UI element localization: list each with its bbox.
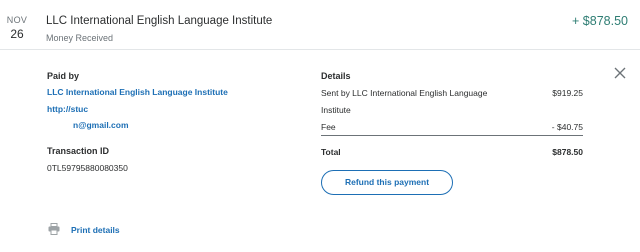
payer-website-link[interactable]: http://stuc	[47, 104, 88, 114]
transaction-details-panel: Paid by LLC International English Langua…	[0, 51, 640, 252]
total-label: Total	[321, 147, 341, 157]
refund-button[interactable]: Refund this payment	[321, 170, 453, 195]
transaction-amount: + $878.50	[572, 14, 628, 28]
printer-icon[interactable]	[48, 223, 60, 235]
payer-email-link[interactable]: n@gmail.com	[73, 120, 129, 130]
fee-label: Fee	[321, 122, 336, 132]
sent-by-label-cont: Institute	[321, 105, 351, 115]
paid-by-heading: Paid by	[47, 71, 80, 81]
sent-amount: $919.25	[552, 88, 583, 98]
transaction-month: NOV	[6, 15, 28, 25]
transaction-type: Money Received	[46, 33, 114, 43]
close-icon[interactable]	[612, 65, 628, 81]
transaction-id-heading: Transaction ID	[47, 146, 110, 156]
total-row: Total $878.50	[321, 147, 583, 157]
transaction-name: LLC International English Language Insti…	[46, 15, 273, 27]
transaction-row[interactable]: NOV 26 LLC International English Languag…	[0, 0, 640, 50]
sent-by-label: Sent by LLC International English Langua…	[321, 88, 488, 98]
details-heading: Details	[321, 71, 351, 81]
fee-row: Fee - $40.75	[321, 122, 583, 132]
sent-by-row: Sent by LLC International English Langua…	[321, 88, 583, 98]
transaction-id-value: 0TL59795880080350	[47, 163, 128, 173]
transaction-date: NOV 26	[6, 15, 28, 42]
sent-by-row-cont: Institute	[321, 105, 583, 115]
payer-name-link[interactable]: LLC International English Language Insti…	[47, 87, 228, 97]
print-details-link[interactable]: Print details	[71, 225, 120, 235]
transaction-day: 26	[10, 27, 24, 41]
fee-amount: - $40.75	[551, 122, 583, 132]
total-amount: $878.50	[552, 147, 583, 157]
details-divider	[321, 135, 583, 136]
